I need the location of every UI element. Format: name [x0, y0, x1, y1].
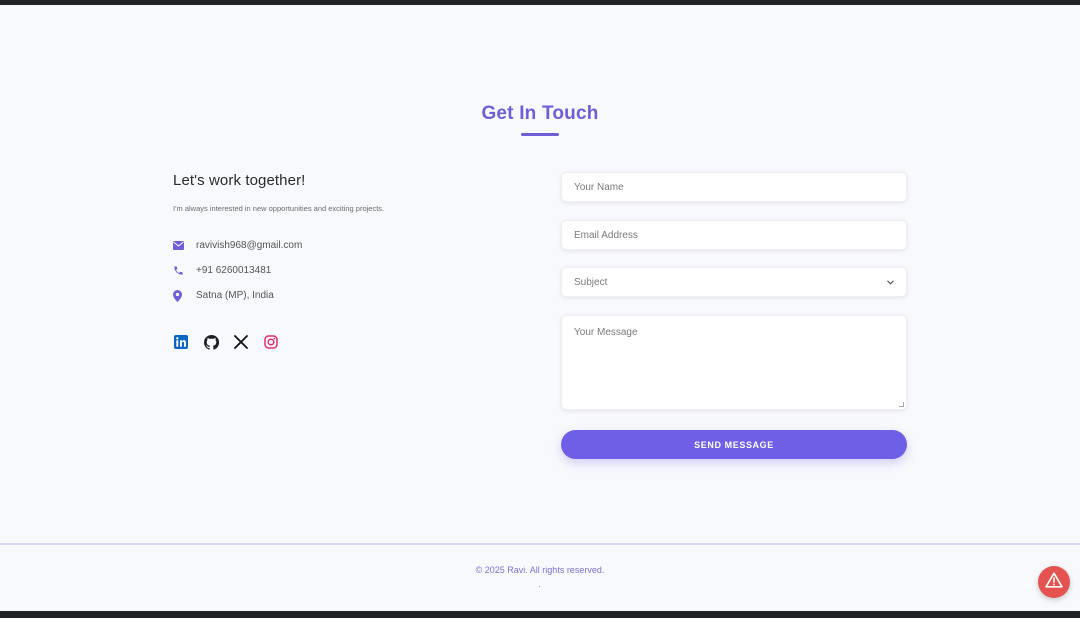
footer-dot — [539, 586, 540, 587]
location-pin-icon — [173, 289, 196, 303]
social-links — [173, 334, 293, 350]
warning-icon — [1045, 571, 1063, 593]
footer-divider — [0, 543, 1080, 545]
chevron-down-icon — [887, 277, 894, 288]
title-underline — [521, 133, 559, 136]
email-placeholder: Email Address — [574, 229, 638, 241]
linkedin-icon[interactable] — [173, 334, 189, 350]
section-title: Get In Touch — [481, 103, 599, 124]
contact-item-phone[interactable]: +91 6260013481 — [173, 258, 503, 283]
name-placeholder: Your Name — [574, 181, 624, 193]
message-placeholder: Your Message — [574, 327, 638, 338]
contact-email-text: ravivish968@gmail.com — [196, 240, 303, 251]
name-input[interactable]: Your Name — [561, 172, 907, 202]
footer-copyright: © 2025 Ravi. All rights reserved. — [475, 565, 605, 575]
instagram-icon[interactable] — [263, 334, 279, 350]
contact-item-email[interactable]: ravivish968@gmail.com — [173, 233, 503, 258]
contact-intro: I'm always interested in new opportuniti… — [173, 204, 385, 213]
resize-handle-icon[interactable] — [899, 402, 904, 407]
envelope-icon — [173, 239, 196, 253]
send-message-button[interactable]: SEND MESSAGE — [561, 430, 907, 459]
contact-list: ravivish968@gmail.com +91 6260013481 Sat… — [173, 233, 503, 308]
contact-phone-text: +91 6260013481 — [196, 265, 272, 276]
phone-icon — [173, 264, 196, 278]
email-input[interactable]: Email Address — [561, 220, 907, 250]
x-icon[interactable] — [233, 334, 249, 350]
subject-select[interactable]: Subject — [561, 267, 907, 297]
alert-button[interactable] — [1038, 566, 1070, 598]
contact-heading: Let's work together! — [173, 172, 306, 189]
contact-item-location: Satna (MP), India — [173, 283, 503, 308]
contact-location-text: Satna (MP), India — [196, 290, 274, 301]
message-textarea[interactable]: Your Message — [561, 315, 907, 410]
top-bar — [0, 0, 1080, 5]
contact-info-panel: Let's work together! I'm always interest… — [173, 172, 503, 308]
bottom-bar — [0, 611, 1080, 618]
subject-selected-value: Subject — [574, 276, 608, 288]
github-icon[interactable] — [203, 334, 219, 350]
